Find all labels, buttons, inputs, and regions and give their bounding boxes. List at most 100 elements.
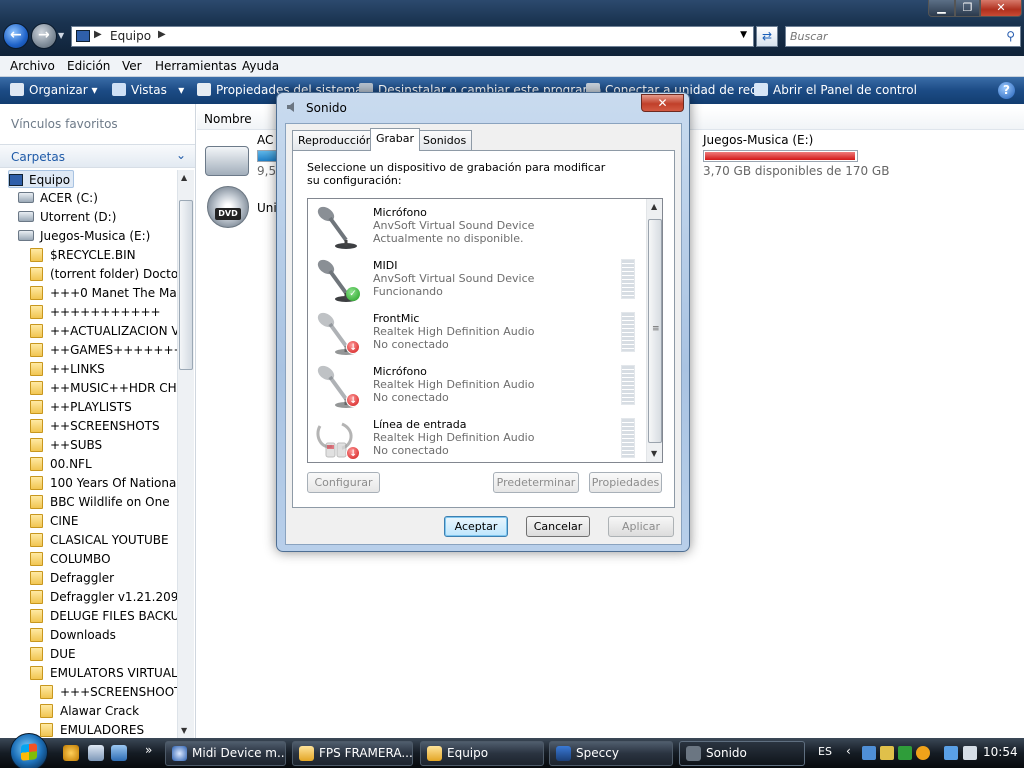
tray-app-icon[interactable] xyxy=(898,746,912,760)
configure-button[interactable]: Configurar xyxy=(307,472,380,493)
set-default-button[interactable]: Predeterminar xyxy=(493,472,579,493)
tab-sonidos[interactable]: Sonidos xyxy=(417,130,473,150)
dvd-drive-label[interactable]: Uni xyxy=(257,201,277,215)
address-bar[interactable]: ▶ Equipo ▶ ▼ xyxy=(71,26,754,47)
scrollbar-thumb[interactable] xyxy=(179,200,193,370)
back-button[interactable]: ← xyxy=(3,23,29,49)
address-dropdown-icon[interactable]: ▼ xyxy=(740,30,747,40)
drive-c-label[interactable]: AC xyxy=(257,133,273,147)
settings-gear-icon[interactable] xyxy=(63,745,79,761)
close-button[interactable]: ✕ xyxy=(980,0,1022,17)
tree-item[interactable]: (torrent folder) Doctor W xyxy=(30,265,177,283)
minimize-button[interactable]: ▁ xyxy=(928,0,955,17)
tree-item[interactable]: +++0 Manet The Man W xyxy=(30,284,177,302)
menu-ver[interactable]: Ver xyxy=(122,59,142,73)
cancel-button[interactable]: Cancelar xyxy=(526,516,590,537)
organize-button[interactable]: Organizar ▾ xyxy=(10,83,98,97)
tray-network-icon[interactable] xyxy=(944,746,958,760)
refresh-button[interactable]: ⇄ xyxy=(756,26,778,47)
tree-item[interactable]: ++GAMES+++++++++ xyxy=(30,341,177,359)
tree-item[interactable]: Defraggler xyxy=(30,569,114,587)
tree-item[interactable]: CINE xyxy=(30,512,78,530)
column-name[interactable]: Nombre xyxy=(204,112,252,126)
device-list-scrollbar[interactable]: ▲ ≡ ▼ xyxy=(646,199,662,462)
tree-item[interactable]: ++ACTUALIZACION VP xyxy=(30,322,177,340)
task-speccy[interactable]: Speccy xyxy=(549,741,673,766)
recording-device-item[interactable]: ↓ FrontMic Realtek High Definition Audio No… xyxy=(308,308,646,361)
quicklaunch-chevron-icon[interactable]: » xyxy=(145,743,152,757)
tab-reproduccion[interactable]: Reproducción xyxy=(292,130,379,150)
recording-device-item[interactable]: ✓ MIDI AnvSoft Virtual Sound Device Funcion… xyxy=(308,255,646,308)
tree-item[interactable]: Defraggler v1.21.209 + P xyxy=(30,588,177,606)
tree-item[interactable]: ACER (C:) xyxy=(18,189,98,207)
accept-button[interactable]: Aceptar xyxy=(444,516,508,537)
tree-item[interactable]: ++MUSIC++HDR CHAN xyxy=(30,379,177,397)
drive-e-label[interactable]: Juegos-Musica (E:) xyxy=(703,133,813,147)
history-dropdown-icon[interactable]: ▼ xyxy=(58,31,64,40)
tree-item[interactable]: DUE xyxy=(30,645,76,663)
tree-item[interactable]: $RECYCLE.BIN xyxy=(30,246,136,264)
tree-item[interactable]: 00.NFL xyxy=(30,455,92,473)
recording-device-item[interactable]: ↓ Línea de entrada Realtek High Definition… xyxy=(308,414,646,462)
search-input[interactable] xyxy=(790,29,990,44)
views-button[interactable]: Vistas ▾ xyxy=(112,83,184,97)
dvd-drive-icon[interactable] xyxy=(207,186,249,228)
scroll-down-icon[interactable]: ▼ xyxy=(181,726,187,735)
tray-expand-icon[interactable]: ‹ xyxy=(846,744,851,758)
forward-button[interactable]: → xyxy=(31,23,57,49)
task-sonido[interactable]: Sonido xyxy=(679,741,805,766)
folder-tree-scrollbar[interactable]: ▲ ▼ xyxy=(177,170,194,738)
favorite-links-header[interactable]: Vínculos favoritos xyxy=(11,117,118,131)
breadcrumb-separator-icon[interactable]: ▶ xyxy=(94,29,102,40)
tree-item[interactable]: Downloads xyxy=(30,626,116,644)
task-midi-device[interactable]: Midi Device m... xyxy=(165,741,286,766)
tab-grabar[interactable]: Grabar xyxy=(370,128,421,151)
apply-button[interactable]: Aplicar xyxy=(608,516,674,537)
breadcrumb-equipo[interactable]: Equipo xyxy=(110,29,151,43)
show-desktop-icon[interactable] xyxy=(111,745,127,761)
properties-button[interactable]: Propiedades xyxy=(589,472,662,493)
tree-item[interactable]: COLUMBO xyxy=(30,550,111,568)
recording-device-item[interactable]: ↓ Micrófono Realtek High Definition Audio N… xyxy=(308,361,646,414)
tree-item[interactable]: ++LINKS xyxy=(30,360,105,378)
help-icon[interactable]: ? xyxy=(998,82,1015,99)
tree-item[interactable]: EMULADORES xyxy=(40,721,144,738)
maximize-button[interactable]: ❐ xyxy=(955,0,980,17)
clock[interactable]: 10:54 xyxy=(983,745,1018,759)
search-box[interactable]: ⚲ xyxy=(785,26,1021,47)
computer-quicklaunch-icon[interactable] xyxy=(88,745,104,761)
tray-alert-icon[interactable] xyxy=(916,746,930,760)
task-fps-framerate[interactable]: FPS FRAMERA... xyxy=(292,741,413,766)
folders-header[interactable]: Carpetas ⌄ xyxy=(0,144,195,168)
recording-device-list[interactable]: Micrófono AnvSoft Virtual Sound Device Act… xyxy=(307,198,663,463)
menu-archivo[interactable]: Archivo xyxy=(10,59,55,73)
menu-ayuda[interactable]: Ayuda xyxy=(242,59,279,73)
tree-item[interactable]: ++PLAYLISTS xyxy=(30,398,132,416)
tree-item[interactable]: ++SUBS xyxy=(30,436,102,454)
menu-edicion[interactable]: Edición xyxy=(67,59,110,73)
scroll-up-icon[interactable]: ▲ xyxy=(651,202,657,211)
tree-item[interactable]: Utorrent (D:) xyxy=(18,208,116,226)
language-indicator[interactable]: ES xyxy=(818,745,832,758)
menu-herramientas[interactable]: Herramientas xyxy=(155,59,237,73)
tree-item[interactable]: EMULATORS VIRTUALS xyxy=(30,664,177,682)
scrollbar-thumb[interactable]: ≡ xyxy=(648,219,662,443)
tree-item[interactable]: +++++++++++ xyxy=(30,303,161,321)
scroll-down-icon[interactable]: ▼ xyxy=(651,449,657,458)
recording-device-item[interactable]: Micrófono AnvSoft Virtual Sound Device Act… xyxy=(308,202,646,255)
tree-item[interactable]: CLASICAL YOUTUBE xyxy=(30,531,169,549)
tray-network-icon[interactable] xyxy=(862,746,876,760)
tree-item[interactable]: +++SCREENSHOOTS xyxy=(40,683,177,701)
tree-item[interactable]: 100 Years Of National G xyxy=(30,474,177,492)
breadcrumb-separator-icon[interactable]: ▶ xyxy=(158,29,166,40)
start-button[interactable] xyxy=(10,733,48,768)
tree-item[interactable]: BBC Wildlife on One xyxy=(30,493,170,511)
drive-c-icon[interactable] xyxy=(205,146,249,176)
tray-volume-icon[interactable] xyxy=(963,746,977,760)
control-panel-button[interactable]: Abrir el Panel de control xyxy=(754,83,917,97)
tree-item[interactable]: Equipo xyxy=(8,170,75,188)
dialog-close-button[interactable]: ✕ xyxy=(641,94,684,112)
tree-item[interactable]: Alawar Crack xyxy=(40,702,139,720)
search-icon[interactable]: ⚲ xyxy=(1006,29,1015,43)
scroll-up-icon[interactable]: ▲ xyxy=(181,173,187,182)
